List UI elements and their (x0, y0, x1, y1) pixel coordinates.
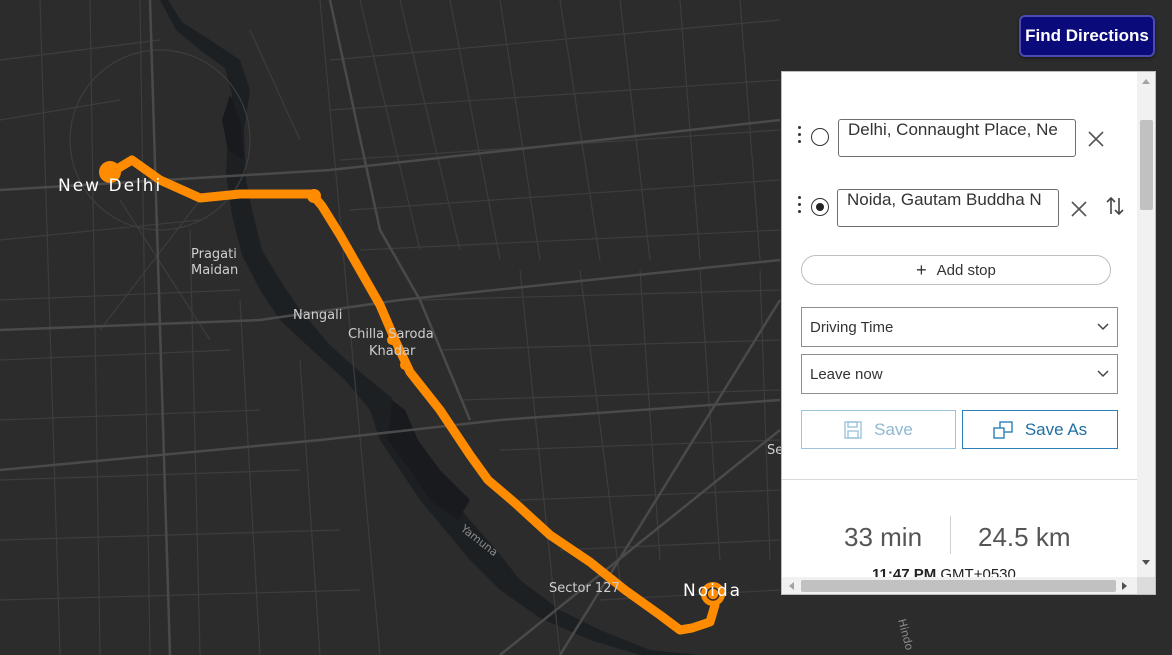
directions-panel: Delhi, Connaught Place, Ne Noida, Gautam… (781, 71, 1156, 595)
route-summary: 33 min 24.5 km (782, 516, 1137, 556)
swap-arrows-icon[interactable] (1105, 196, 1125, 216)
horizontal-scrollbar[interactable] (782, 577, 1137, 594)
label-nangali: Nangali (293, 308, 342, 323)
horizontal-scroll-thumb[interactable] (801, 580, 1116, 592)
arrival-timezone: GMT+0530 (940, 566, 1016, 577)
vertical-scrollbar[interactable] (1137, 72, 1155, 577)
find-directions-button[interactable]: Find Directions (1019, 15, 1155, 57)
scroll-up-arrow[interactable] (1142, 79, 1150, 84)
label-noida: Noida (683, 581, 742, 601)
travel-mode-select[interactable]: Driving Time (801, 307, 1118, 347)
close-icon[interactable] (1070, 200, 1088, 218)
vertical-scroll-thumb[interactable] (1140, 120, 1153, 210)
drag-handle-icon[interactable] (798, 126, 802, 146)
destination-input[interactable]: Noida, Gautam Buddha N (837, 189, 1059, 227)
label-sector-127: Sector 127 (549, 581, 620, 596)
scroll-left-arrow[interactable] (789, 582, 794, 590)
label-chilla-2: Khadar (369, 344, 416, 359)
summary-separator (950, 516, 951, 554)
travel-mode-value: Driving Time (810, 318, 894, 336)
departure-value: Leave now (810, 365, 883, 383)
label-pragati-2: Maidan (191, 263, 238, 278)
scrollbar-corner (1137, 577, 1155, 594)
save-button[interactable]: Save (801, 410, 956, 449)
save-label: Save (874, 419, 913, 439)
save-as-label: Save As (1024, 419, 1088, 439)
directions-panel-content: Delhi, Connaught Place, Ne Noida, Gautam… (782, 72, 1137, 577)
summary-distance: 24.5 km (978, 522, 1071, 552)
floppy-disk-icon (844, 420, 862, 439)
stop-row-destination: Noida, Gautam Buddha N (782, 186, 1137, 227)
divider (782, 479, 1137, 480)
add-stop-button[interactable]: + Add stop (801, 255, 1111, 285)
scroll-down-arrow[interactable] (1142, 560, 1150, 565)
radio-filled-icon (811, 198, 829, 216)
copy-icon (993, 420, 1013, 439)
app: New Delhi Pragati Maidan Nangali Chilla … (0, 0, 1172, 655)
label-chilla-1: Chilla Saroda (348, 327, 434, 342)
stop-row-origin: Delhi, Connaught Place, Ne (782, 116, 1137, 157)
route-vertex (400, 360, 410, 370)
save-as-button[interactable]: Save As (962, 410, 1118, 449)
scroll-right-arrow[interactable] (1122, 582, 1127, 590)
route-vertex (307, 189, 321, 203)
arrival-clock: 11:47 PM (872, 566, 937, 577)
departure-select[interactable]: Leave now (801, 354, 1118, 394)
origin-input[interactable]: Delhi, Connaught Place, Ne (838, 119, 1076, 157)
label-pragati-1: Pragati (191, 247, 237, 262)
close-icon[interactable] (1087, 130, 1105, 148)
label-new-delhi: New Delhi (58, 176, 162, 196)
arrival-time: 11:47 PM GMT+0530 (872, 566, 1016, 577)
chevron-down-icon (1097, 370, 1109, 378)
drag-handle-icon[interactable] (798, 196, 802, 216)
radio-empty-icon (811, 128, 829, 146)
summary-time: 33 min (844, 522, 923, 552)
add-stop-label: Add stop (936, 261, 996, 279)
chevron-down-icon (1097, 323, 1109, 331)
plus-icon: + (916, 260, 927, 280)
